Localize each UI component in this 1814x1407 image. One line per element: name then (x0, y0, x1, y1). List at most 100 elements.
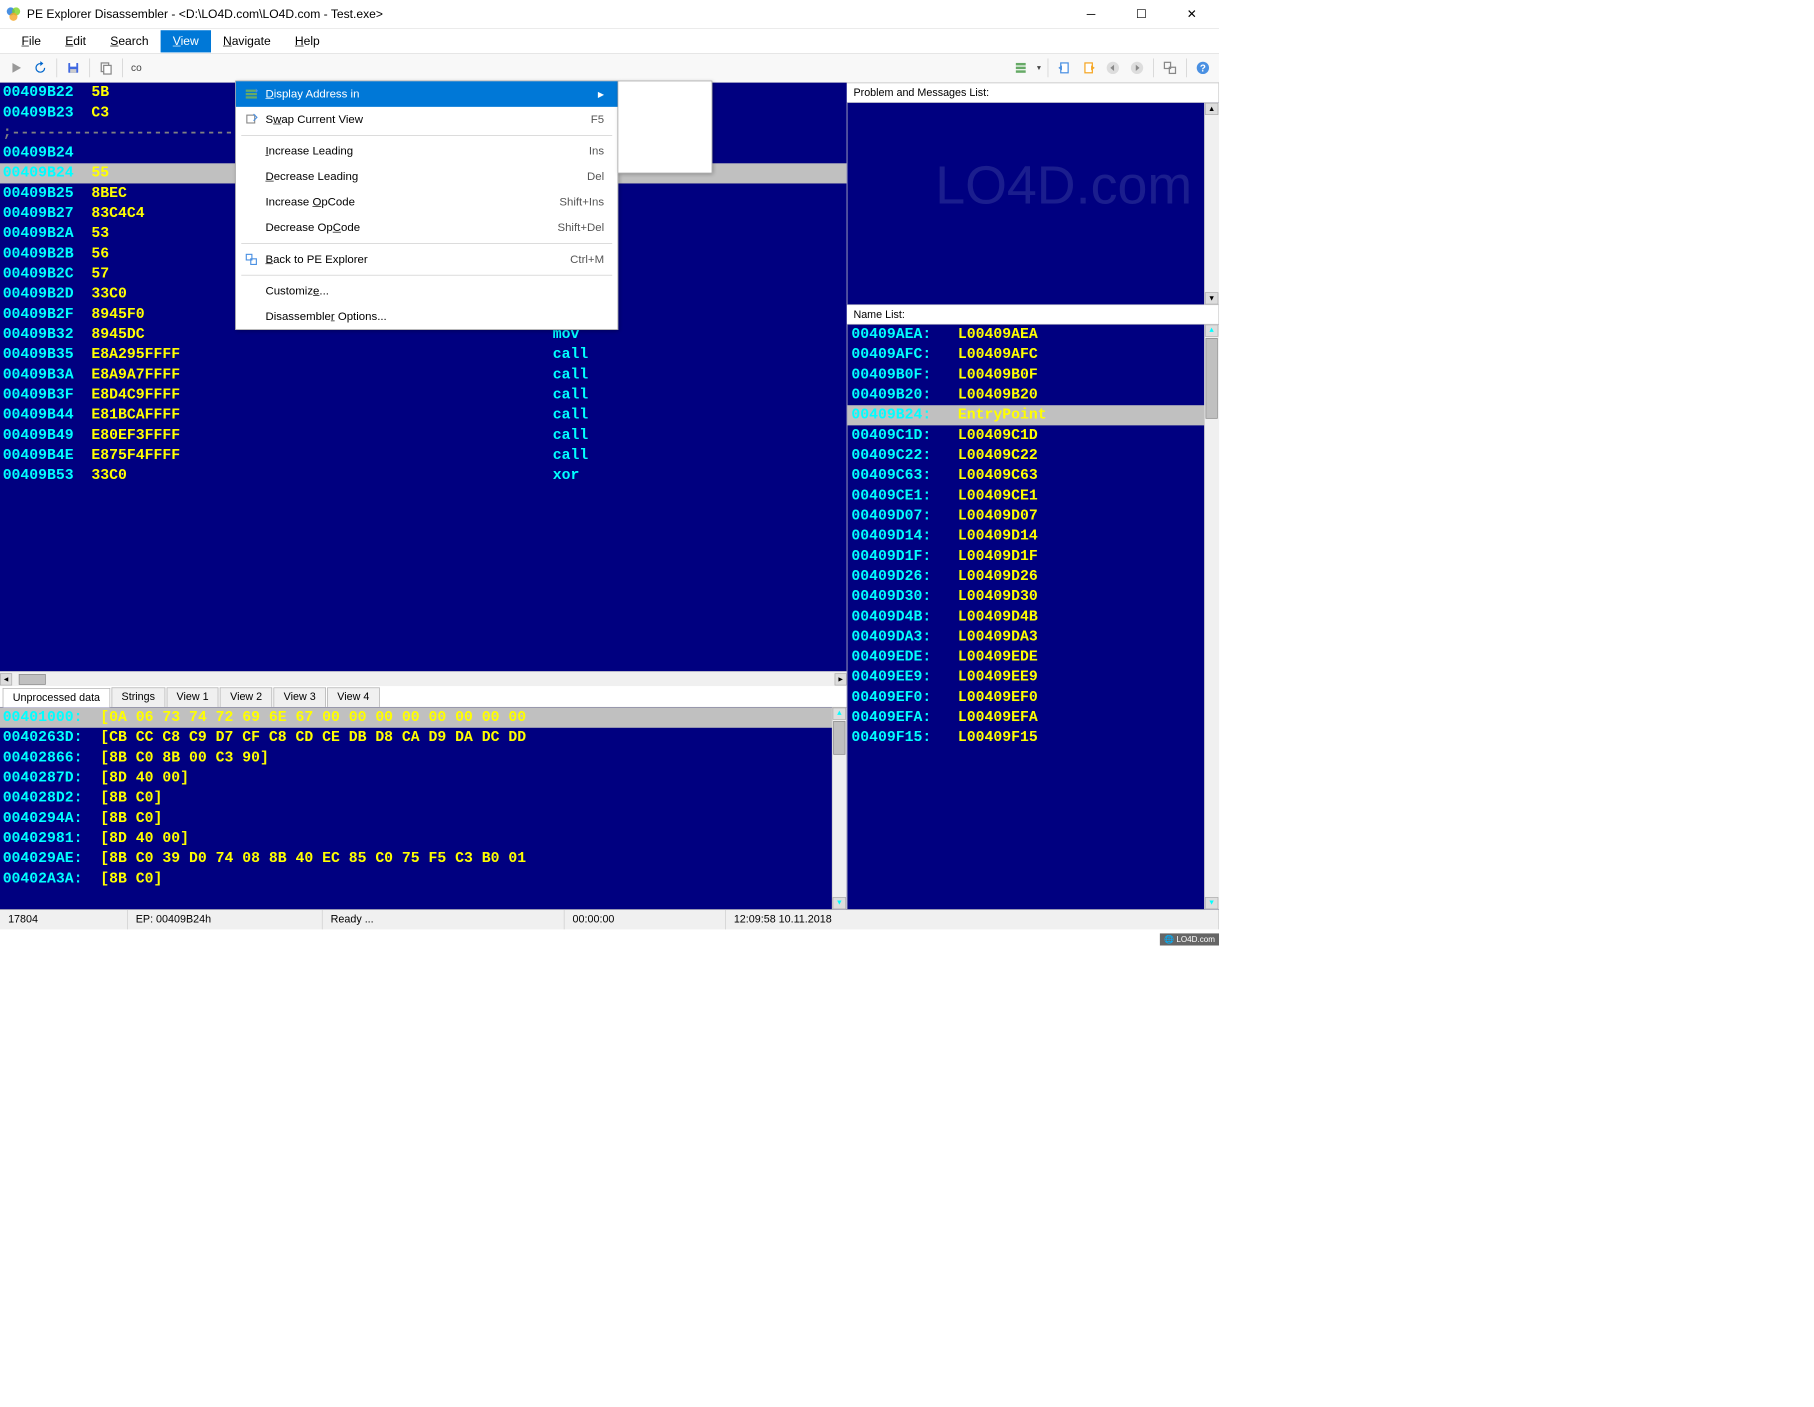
scroll-left-icon[interactable]: ◄ (0, 673, 12, 685)
import-button[interactable] (1054, 57, 1076, 79)
menu-item-decrease-opcode[interactable]: Decrease OpCodeShift+Del (236, 215, 618, 241)
tab-strings[interactable]: Strings (111, 687, 165, 706)
refresh-button[interactable] (30, 57, 52, 79)
windows-button[interactable] (1159, 57, 1181, 79)
tool-misc-1[interactable] (1010, 57, 1032, 79)
submenu-item-view-2[interactable]: View 2F7 (618, 104, 711, 127)
scroll-right-icon[interactable]: ► (835, 673, 847, 685)
hex-line[interactable]: 00401000: [0A 06 73 74 72 69 6E 67 00 00… (0, 708, 847, 728)
export-button[interactable] (1078, 57, 1100, 79)
tab-view-4[interactable]: View 4 (327, 687, 379, 706)
menu-item-back-to-pe-explorer[interactable]: Back to PE ExplorerCtrl+M (236, 247, 618, 273)
menu-item-increase-opcode[interactable]: Increase OpCodeShift+Ins (236, 190, 618, 216)
scroll-up-icon[interactable]: ▲ (1205, 325, 1218, 337)
submenu-item-view-3[interactable]: View 3F8 (618, 127, 711, 150)
name-line[interactable]: 00409D14: L00409D14 (847, 526, 1219, 546)
submenu-item-view-1[interactable]: View 1F6 (618, 81, 711, 104)
play-button[interactable] (5, 57, 27, 79)
name-line[interactable]: 00409F15: L00409F15 (847, 728, 1219, 748)
name-line[interactable]: 00409C1D: L00409C1D (847, 425, 1219, 445)
name-line[interactable]: 00409EDE: L00409EDE (847, 647, 1219, 667)
hex-vscroll[interactable]: ▲ ▼ (832, 708, 847, 910)
hex-line[interactable]: 0040263D: [CB CC C8 C9 D7 CF C8 CD CE DB… (0, 728, 847, 748)
menu-file[interactable]: File (9, 30, 53, 52)
forward-button[interactable] (1126, 57, 1148, 79)
copy-button[interactable] (95, 57, 117, 79)
hex-line[interactable]: 00402A3A: [8B C0] (0, 869, 847, 889)
name-line[interactable]: 00409B0F: L00409B0F (847, 365, 1219, 385)
name-line[interactable]: 00409C22: L00409C22 (847, 446, 1219, 466)
hex-line[interactable]: 0040287D: [8D 40 00] (0, 768, 847, 788)
disasm-hscroll[interactable]: ◄ ► (0, 671, 847, 686)
namelist-panel[interactable]: 00409AEA: L00409AEA00409AFC: L00409AFC00… (847, 325, 1219, 910)
maximize-button[interactable]: ☐ (1126, 4, 1156, 24)
hex-line[interactable]: 0040294A: [8B C0] (0, 808, 847, 828)
tab-view-3[interactable]: View 3 (274, 687, 326, 706)
menubar: FileEditSearchViewNavigateHelp (0, 29, 1219, 53)
disasm-line[interactable]: 00409B44 E81BCAFFFF call (0, 405, 847, 425)
scroll-up-icon[interactable]: ▲ (833, 708, 846, 720)
name-line[interactable]: 00409EF0: L00409EF0 (847, 687, 1219, 707)
disasm-line[interactable]: 00409B53 33C0 xor (0, 466, 847, 486)
name-line[interactable]: 00409EE9: L00409EE9 (847, 667, 1219, 687)
scroll-thumb[interactable] (1206, 338, 1218, 419)
hex-line[interactable]: 00402866: [8B C0 8B 00 C3 90] (0, 748, 847, 768)
name-line[interactable]: 00409DA3: L00409DA3 (847, 627, 1219, 647)
msg-vscroll[interactable]: ▲ ▼ (1204, 103, 1219, 305)
menu-item-swap-current-view[interactable]: Swap Current ViewF5 (236, 107, 618, 133)
menu-navigate[interactable]: Navigate (211, 30, 283, 52)
messages-panel[interactable]: ▲ ▼ (847, 103, 1219, 305)
name-line[interactable]: 00409CE1: L00409CE1 (847, 486, 1219, 506)
menu-item-disassembler-options-[interactable]: Disassembler Options... (236, 304, 618, 330)
menu-view[interactable]: View (161, 30, 211, 52)
tab-unprocessed-data[interactable]: Unprocessed data (3, 688, 110, 707)
tab-view-1[interactable]: View 1 (166, 687, 218, 706)
status-entrypoint: EP: 00409B24h (128, 910, 323, 929)
toolbar-text: co (128, 62, 144, 73)
tab-view-2[interactable]: View 2 (220, 687, 272, 706)
scroll-down-icon[interactable]: ▼ (833, 897, 846, 909)
menu-item-display-address-in[interactable]: Display Address in▶View 1F6View 2F7View … (236, 81, 618, 107)
disasm-line[interactable]: 00409B4E E875F4FFFF call (0, 446, 847, 466)
name-line[interactable]: 00409B24: EntryPoint (847, 405, 1219, 425)
menu-item-decrease-leading[interactable]: Decrease LeadingDel (236, 164, 618, 190)
save-button[interactable] (62, 57, 84, 79)
disasm-line[interactable]: 00409B3A E8A9A7FFFF call (0, 365, 847, 385)
name-line[interactable]: 00409D30: L00409D30 (847, 587, 1219, 607)
name-line[interactable]: 00409AEA: L00409AEA (847, 325, 1219, 345)
dropdown-arrow-icon[interactable]: ▼ (1036, 64, 1043, 71)
hex-line[interactable]: 004029AE: [8B C0 39 D0 74 08 8B 40 EC 85… (0, 849, 847, 869)
menu-edit[interactable]: Edit (53, 30, 98, 52)
name-line[interactable]: 00409D07: L00409D07 (847, 506, 1219, 526)
submenu-item-view-4[interactable]: View 4F9 (618, 150, 711, 173)
scroll-thumb[interactable] (19, 674, 46, 685)
name-line[interactable]: 00409AFC: L00409AFC (847, 345, 1219, 365)
app-icon (5, 6, 21, 22)
name-line[interactable]: 00409EFA: L00409EFA (847, 708, 1219, 728)
hex-panel[interactable]: 00401000: [0A 06 73 74 72 69 6E 67 00 00… (0, 708, 847, 910)
name-line[interactable]: 00409B20: L00409B20 (847, 385, 1219, 405)
scroll-up-icon[interactable]: ▲ (1205, 103, 1218, 115)
name-line[interactable]: 00409D4B: L00409D4B (847, 607, 1219, 627)
menu-search[interactable]: Search (98, 30, 161, 52)
name-line[interactable]: 00409D1F: L00409D1F (847, 546, 1219, 566)
disasm-line[interactable]: 00409B35 E8A295FFFF call (0, 345, 847, 365)
name-line[interactable]: 00409C63: L00409C63 (847, 466, 1219, 486)
help-button[interactable]: ? (1192, 57, 1214, 79)
scroll-down-icon[interactable]: ▼ (1205, 292, 1218, 304)
names-vscroll[interactable]: ▲ ▼ (1204, 325, 1219, 910)
back-button[interactable] (1102, 57, 1124, 79)
scroll-down-icon[interactable]: ▼ (1205, 897, 1218, 909)
menu-help[interactable]: Help (283, 30, 332, 52)
hex-line[interactable]: 004028D2: [8B C0] (0, 788, 847, 808)
close-button[interactable]: ✕ (1177, 4, 1207, 24)
hex-line[interactable]: 00402981: [8D 40 00] (0, 829, 847, 849)
scroll-thumb[interactable] (833, 721, 845, 755)
name-line[interactable]: 00409D26: L00409D26 (847, 566, 1219, 586)
window-title: PE Explorer Disassembler - <D:\LO4D.com\… (27, 7, 1076, 21)
disasm-line[interactable]: 00409B3F E8D4C9FFFF call (0, 385, 847, 405)
menu-item-customize-[interactable]: Customize... (236, 278, 618, 304)
menu-item-increase-leading[interactable]: Increase LeadingIns (236, 138, 618, 164)
minimize-button[interactable]: ─ (1076, 4, 1106, 24)
disasm-line[interactable]: 00409B49 E80EF3FFFF call (0, 425, 847, 445)
